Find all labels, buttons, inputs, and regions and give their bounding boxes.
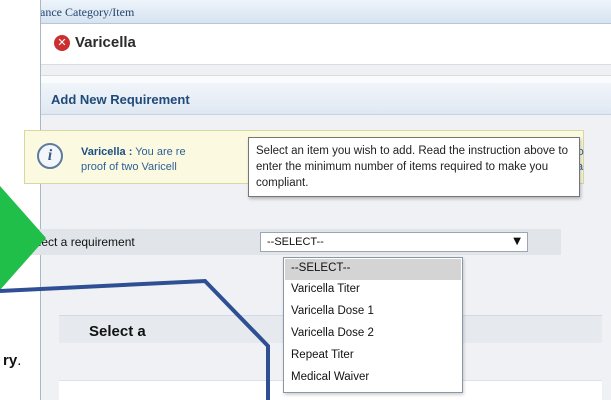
callout-line-2: ry. xyxy=(3,352,21,369)
callout-line-2-suffix: . xyxy=(17,352,22,369)
annotation-layer xyxy=(0,186,270,400)
callout-border xyxy=(0,278,270,400)
callout-line-1-text: Select a xyxy=(89,323,146,340)
callout-line-2-text: ry xyxy=(3,352,18,369)
green-pointer-arrow-icon xyxy=(0,186,46,290)
callout-line-1: Select a xyxy=(89,323,146,340)
